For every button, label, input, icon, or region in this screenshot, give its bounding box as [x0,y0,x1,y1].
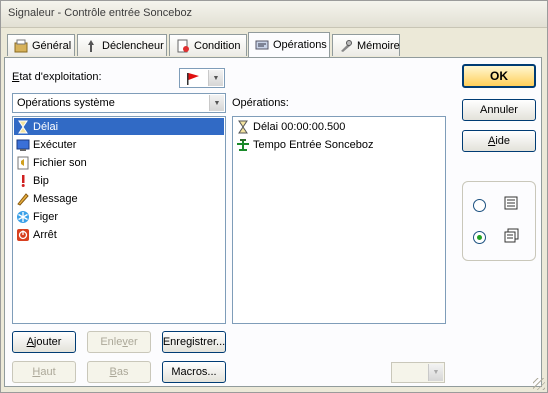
message-icon [16,192,30,206]
condition-icon [176,39,190,53]
title-bar[interactable]: Signaleur - Contrôle entrée Sonceboz [1,1,547,28]
remove-button[interactable]: Enle v er [87,331,151,353]
operations-icon [255,38,269,52]
tab-condition[interactable]: Condition [169,34,247,56]
chevron-down-icon[interactable]: ▼ [208,70,223,86]
list-item-message[interactable]: Message [14,190,78,207]
list-item-bip[interactable]: Bip [14,172,49,189]
list-item-figer[interactable]: Figer [14,208,58,225]
tab-label: Condition [194,39,241,52]
save-button[interactable]: Enregistrer... [162,331,226,353]
cancel-button[interactable]: Annuler [462,99,536,121]
help-button[interactable]: Aide [462,130,536,152]
resize-grip[interactable] [533,378,545,390]
tab-label: Opérations [273,39,327,51]
detail-view-radio[interactable] [473,231,486,244]
tab-operations[interactable]: Opérations [248,32,330,57]
view-mode-group [462,181,536,261]
tab-trigger[interactable]: Déclencheur [77,34,167,56]
list-item-delai[interactable]: Délai [14,118,224,135]
memory-icon [339,39,353,53]
window-title: Signaleur - Contrôle entrée Sonceboz [8,7,193,19]
list-item-executer[interactable]: Exécuter [14,136,76,153]
macros-button[interactable]: Macros... [162,361,226,383]
add-button[interactable]: Ajouter [12,331,76,353]
tab-label: Déclencheur [102,39,164,52]
execute-icon [16,138,30,152]
list-view-radio[interactable] [473,199,486,212]
ok-button[interactable]: OK [462,64,536,88]
tab-memory[interactable]: Mémoire [332,34,400,56]
general-icon [14,39,28,53]
category-combo[interactable]: Opérations système ▼ [12,93,226,113]
sound-file-icon [16,156,30,170]
etat-combo[interactable]: ▼ [179,68,225,88]
operations-list[interactable]: Délai 00:00:00.500 Tempo Entrée Sonceboz [232,116,446,324]
detail-view-icon [504,228,519,246]
list-item-operation-tempo[interactable]: Tempo Entrée Sonceboz [234,136,373,153]
trigger-icon [84,39,98,53]
list-item-operation-delai[interactable]: Délai 00:00:00.500 [234,118,345,135]
list-item-arret[interactable]: Arrêt [14,226,57,243]
red-flag-icon [186,72,200,88]
hourglass-icon [236,120,250,134]
freeze-icon [16,210,30,224]
dialog-window: Signaleur - Contrôle entrée Sonceboz Gén… [0,0,548,393]
beep-icon [16,174,30,188]
disabled-combo[interactable]: ▼ [391,362,445,383]
tab-label: Mémoire [357,39,400,52]
move-up-button[interactable]: Haut [12,361,76,383]
list-view-icon [504,196,518,213]
operations-label: Opérations: [232,97,289,109]
hourglass-icon [16,120,30,134]
tab-general[interactable]: Général [7,34,75,56]
available-operations-list[interactable]: Délai Exécuter Fichier son Bip Message F… [12,116,226,324]
category-combo-value: Opérations système [17,97,115,109]
move-down-button[interactable]: Bas [87,361,151,383]
tab-label: Général [32,39,72,52]
tempo-icon [236,138,250,152]
etat-label: Etat d'exploitation: [12,71,102,83]
chevron-down-icon[interactable]: ▼ [209,95,224,111]
chevron-down-icon[interactable]: ▼ [428,364,443,381]
stop-icon [16,228,30,242]
list-item-fichier-son[interactable]: Fichier son [14,154,87,171]
